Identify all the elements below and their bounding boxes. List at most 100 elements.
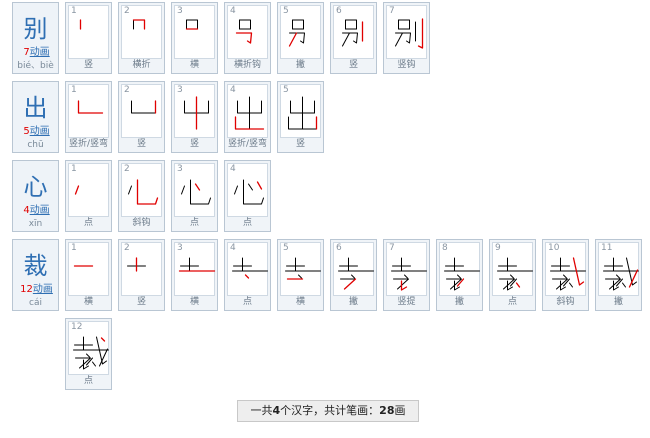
stroke-step-number: 2: [124, 243, 130, 253]
stroke-step-canvas: 8: [439, 242, 480, 296]
stroke-step-number: 11: [601, 243, 613, 253]
stroke-step-canvas: 3: [174, 84, 215, 138]
stroke-step-glyph: [69, 16, 108, 56]
stroke-glyph: [235, 19, 253, 44]
current-stroke: [417, 18, 424, 49]
stroke-step-number: 1: [71, 164, 77, 174]
stroke-step-canvas: 7: [386, 242, 427, 296]
stroke-step-cell[interactable]: 2竖: [118, 239, 165, 311]
previous-stroke: [131, 100, 156, 114]
current-stroke: [77, 100, 104, 114]
header-character: 出: [23, 94, 48, 122]
stroke-step-glyph: [122, 16, 161, 56]
stroke-step-cell[interactable]: 5竖: [277, 81, 324, 153]
stroke-step-cell[interactable]: 1 竖折/竖弯: [65, 81, 112, 153]
stroke-step-cell[interactable]: 7 竖钩: [383, 2, 430, 74]
stroke-step-number: 9: [495, 243, 501, 253]
previous-stroke: [298, 274, 302, 279]
stroke-step-cell[interactable]: 8撇: [436, 239, 483, 311]
stroke-step-glyph: [228, 174, 267, 214]
pinyin: chū: [27, 140, 44, 150]
stroke-step-cell[interactable]: 1竖: [65, 2, 112, 74]
previous-stroke: [398, 19, 410, 30]
animation-link[interactable]: 动画: [30, 126, 50, 137]
previous-stroke: [190, 179, 211, 205]
stroke-glyph: [497, 257, 533, 291]
stroke-glyph: [185, 19, 199, 30]
stroke-step-canvas: 1: [68, 242, 109, 296]
previous-stroke: [83, 359, 89, 370]
stroke-step-canvas: 4: [227, 5, 268, 59]
stroke-step-cell[interactable]: 6撇: [330, 239, 377, 311]
summary-mid: 个汉字，共计笔画：: [280, 404, 380, 417]
stroke-step-number: 1: [71, 6, 77, 16]
stroke-step-glyph: [69, 332, 109, 372]
stroke-step-cell[interactable]: 3横: [171, 2, 218, 74]
stroke-step-cell[interactable]: 4点: [224, 160, 271, 232]
stroke-step-cell[interactable]: 4 横折钩: [224, 2, 271, 74]
animation-link[interactable]: 动画: [30, 205, 50, 216]
stroke-step-glyph: [122, 253, 161, 293]
stroke-count: 12: [20, 284, 33, 295]
stroke-step-cell[interactable]: 1横: [65, 239, 112, 311]
current-stroke: [235, 32, 253, 44]
stroke-name: 斜钩: [132, 218, 151, 228]
stroke-glyph: [127, 257, 146, 272]
character-header[interactable]: 心 4动画 xīn: [12, 160, 59, 232]
stroke-name: 横: [83, 297, 93, 307]
stroke-step-canvas: 5: [280, 242, 321, 296]
stroke-name: 竖: [348, 60, 358, 70]
stroke-step-cell[interactable]: 1点: [65, 160, 112, 232]
previous-stroke: [613, 280, 619, 291]
stroke-step-canvas: 2: [121, 5, 162, 59]
stroke-step-cell[interactable]: 3竖: [171, 81, 218, 153]
character-header[interactable]: 出 5动画 chū: [12, 81, 59, 153]
stroke-step-cell[interactable]: 7 竖提: [383, 239, 430, 311]
current-stroke: [100, 337, 106, 342]
current-stroke: [244, 274, 250, 279]
stroke-step-cell[interactable]: 9点: [489, 239, 536, 311]
stroke-name: 斜钩: [556, 297, 575, 307]
stroke-step-cell[interactable]: 5横: [277, 239, 324, 311]
character-header[interactable]: 别 7动画 bié、biè: [12, 2, 59, 74]
animation-link[interactable]: 动画: [33, 284, 53, 295]
stroke-step-cell[interactable]: 4点: [224, 239, 271, 311]
stroke-step-number: 2: [124, 164, 130, 174]
stroke-step-cell[interactable]: 3点: [171, 160, 218, 232]
stroke-glyph: [234, 179, 264, 205]
stroke-step-cell[interactable]: 2 横折: [118, 2, 165, 74]
stroke-step-cell[interactable]: 6竖: [330, 2, 377, 74]
stroke-step-number: 2: [124, 6, 130, 16]
stroke-step-number: 6: [336, 243, 342, 253]
stroke-name: 点: [507, 297, 517, 307]
previous-stroke: [342, 32, 350, 47]
current-stroke: [515, 282, 521, 288]
stroke-step-number: 7: [389, 243, 395, 253]
stroke-step-cell[interactable]: 4 竖折/竖弯: [224, 81, 271, 153]
stroke-step-canvas: 6: [333, 242, 374, 296]
header-character: 心: [23, 173, 48, 201]
stroke-step-glyph: [69, 253, 108, 293]
current-stroke: [288, 32, 298, 47]
stroke-step-number: 2: [124, 85, 130, 95]
previous-stroke: [563, 274, 567, 279]
stroke-step-canvas: 1: [68, 5, 109, 59]
stroke-step-cell[interactable]: 2 斜钩: [118, 160, 165, 232]
stroke-name: 撇: [454, 297, 464, 307]
stroke-step-cell[interactable]: 11 撇: [595, 239, 642, 311]
stroke-step-glyph: [493, 253, 533, 293]
stroke-step-canvas: 5: [280, 84, 321, 138]
stroke-step-cell[interactable]: 12 点: [65, 318, 112, 390]
stroke-step-cell[interactable]: 3横: [171, 239, 218, 311]
previous-stroke: [560, 280, 566, 291]
stroke-step-cell[interactable]: 5撇: [277, 2, 324, 74]
animation-link[interactable]: 动画: [30, 47, 50, 58]
stroke-step-cell[interactable]: 2竖: [118, 81, 165, 153]
previous-stroke: [128, 185, 132, 195]
stroke-step-glyph: [334, 16, 373, 56]
stroke-glyph: [178, 257, 216, 272]
stroke-step-cell[interactable]: 10 斜钩: [542, 239, 589, 311]
character-header[interactable]: 裁 12动画 cái: [12, 239, 59, 311]
stroke-step-number: 12: [71, 322, 83, 332]
stroke-name: 横: [189, 60, 199, 70]
